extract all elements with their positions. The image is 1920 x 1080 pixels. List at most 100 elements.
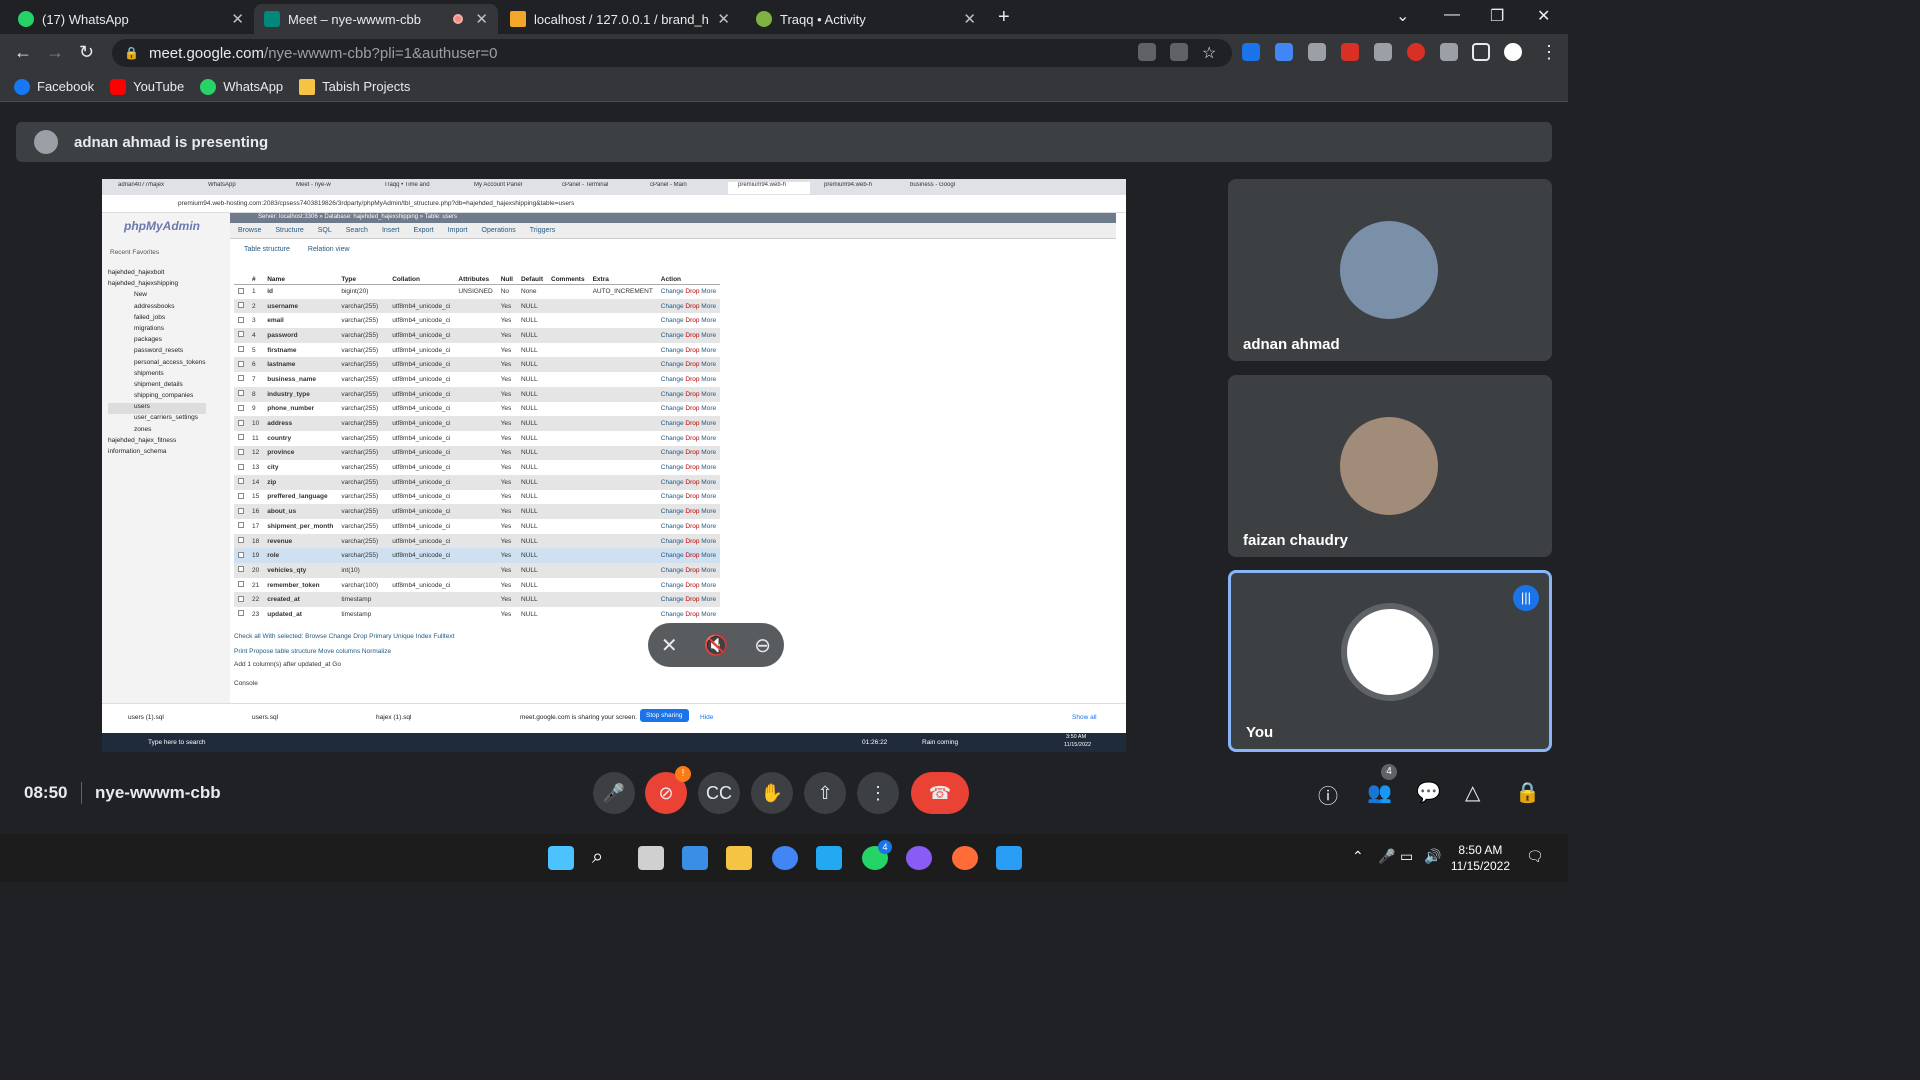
phpmyadmin-icon — [510, 11, 526, 27]
comments-cell — [547, 357, 589, 373]
extension-icon[interactable] — [1407, 43, 1425, 61]
tree-item: packages — [134, 336, 162, 344]
raise-hand-button[interactable]: ✋ — [751, 772, 793, 814]
present-button[interactable]: ⇧ — [804, 772, 846, 814]
camera-button[interactable]: ⊘ ! — [645, 766, 691, 814]
back-icon[interactable]: ← — [14, 42, 32, 63]
close-icon[interactable]: ✕ — [963, 10, 976, 28]
extension-icon[interactable] — [1308, 43, 1326, 61]
tab-phpmyadmin[interactable]: localhost / 127.0.0.1 / brand_hou ✕ — [500, 4, 740, 34]
close-icon[interactable]: ✕ — [231, 10, 244, 28]
table-row: 6 lastname varchar(255) utf8mb4_unicode_ci Y… — [234, 357, 721, 373]
notepad-icon[interactable] — [996, 846, 1022, 870]
avatar[interactable] — [1504, 43, 1522, 61]
window-close-icon[interactable]: ✕ — [1537, 6, 1550, 26]
shared-tab: cPanel - Main — [650, 182, 687, 188]
sharing-notice: meet.google.com is sharing your screen. — [520, 714, 638, 721]
participant-tile[interactable]: adnan ahmad — [1228, 179, 1552, 361]
close-icon[interactable]: ✕ — [717, 10, 730, 28]
table-row: 18 revenue varchar(255) utf8mb4_unicode_ci Y… — [234, 533, 721, 549]
postman-icon[interactable] — [952, 846, 978, 870]
chrome-icon[interactable] — [772, 846, 798, 870]
table-row: 10 address varchar(255) utf8mb4_unicode_ci Y… — [234, 416, 721, 431]
star-icon[interactable]: ☆ — [1202, 43, 1220, 62]
minimize-icon[interactable]: — — [1444, 6, 1460, 24]
tab-meet[interactable]: Meet – nye-wwwm-cbb ✕ — [254, 4, 498, 34]
bookmark-facebook[interactable]: Facebook — [14, 78, 94, 95]
screenshot-icon[interactable] — [1374, 43, 1392, 61]
bookmark-tabish-projects[interactable]: Tabish Projects — [299, 78, 410, 95]
self-tile[interactable]: ||| You — [1228, 570, 1552, 752]
tab-traqq[interactable]: Traqq • Activity ✕ — [746, 4, 986, 34]
comments-cell — [547, 445, 589, 461]
meet-icon — [264, 11, 280, 27]
share-icon[interactable] — [1170, 43, 1188, 61]
forward-icon[interactable]: → — [46, 42, 64, 63]
github-icon[interactable] — [906, 846, 932, 870]
leave-call-button[interactable]: ☎ — [911, 772, 969, 814]
microphone-icon[interactable]: 🎤 — [1378, 848, 1395, 865]
download-item: users (1).sql — [128, 714, 164, 721]
drop-link: Drop — [685, 361, 700, 369]
translate-icon[interactable] — [1275, 43, 1293, 61]
restore-icon[interactable]: ❐ — [1490, 6, 1504, 26]
mute-icon[interactable]: 🔇 — [704, 633, 729, 658]
extension-icon[interactable] — [1341, 43, 1359, 61]
menu-icon[interactable]: ⋮ — [1540, 42, 1558, 63]
drop-link: Drop — [685, 464, 700, 472]
table-row: 12 province varchar(255) utf8mb4_unicode_ci… — [234, 445, 721, 461]
tab-operations: Operations — [481, 227, 516, 234]
more-link: More — [701, 508, 717, 516]
vscode-icon[interactable] — [816, 846, 842, 870]
tab-structure: Structure — [275, 227, 304, 234]
start-icon[interactable] — [548, 846, 574, 870]
widgets-icon[interactable] — [682, 846, 708, 870]
chevron-up-icon[interactable]: ⌃ — [1352, 848, 1364, 865]
remove-icon[interactable]: ⊖ — [754, 633, 771, 658]
search-icon[interactable]: ⌕ — [592, 846, 618, 870]
activities-icon[interactable]: △ — [1465, 780, 1480, 805]
extension-icon[interactable] — [1242, 43, 1260, 61]
close-icon[interactable]: ✕ — [475, 10, 488, 28]
relation-view-link: Relation view — [307, 245, 350, 253]
captions-button[interactable]: CC — [698, 772, 740, 814]
table-row: 3 email varchar(255) utf8mb4_unicode_ci Yes N… — [234, 313, 720, 328]
camera-icon[interactable] — [1138, 43, 1156, 61]
tab-search-icon[interactable]: ⌄ — [1396, 6, 1409, 26]
timer: 01:26:22 — [862, 739, 888, 746]
shared-clock-time: 3:50 AM — [1066, 734, 1087, 740]
unpin-icon[interactable]: ✕ — [661, 633, 678, 658]
network-icon[interactable]: ▭ — [1400, 848, 1413, 865]
row-actions: Change Drop More — [656, 548, 721, 564]
change-link: Change — [660, 449, 684, 457]
comments-cell — [547, 578, 589, 593]
drop-link: Drop — [685, 331, 700, 339]
comments-cell — [547, 343, 589, 358]
volume-icon[interactable]: 🔊 — [1424, 848, 1441, 865]
host-controls-icon[interactable]: 🔒 — [1515, 780, 1540, 805]
notifications-icon[interactable]: 🗨 — [1526, 848, 1544, 865]
row-actions: Change Drop More — [657, 402, 720, 417]
comments-cell — [547, 533, 589, 549]
chat-icon[interactable]: 💬 — [1416, 780, 1441, 805]
microphone-button[interactable]: 🎤 — [593, 772, 635, 814]
drop-link: Drop — [685, 375, 700, 383]
pma-navigation: phpMyAdmin Recent Favorites hajehded_haj… — [102, 213, 230, 703]
system-clock[interactable]: 8:50 AM 11/15/2022 — [1451, 842, 1510, 874]
bookmark-youtube[interactable]: YouTube — [110, 78, 184, 95]
more-options-button[interactable]: ⋮ — [857, 772, 899, 814]
info-icon[interactable]: ⓘ — [1318, 780, 1338, 809]
side-panel-icon[interactable] — [1472, 43, 1490, 61]
participant-tile[interactable]: faizan chaudry — [1228, 375, 1552, 557]
tab-whatsapp[interactable]: (17) WhatsApp ✕ — [8, 4, 254, 34]
file-explorer-icon[interactable] — [726, 846, 752, 870]
row-checkbox — [238, 610, 244, 617]
new-tab-button[interactable]: + — [998, 6, 1010, 29]
people-icon[interactable]: 👥 — [1367, 780, 1392, 805]
tree-item: hajehded_hajexshipping — [108, 280, 179, 288]
reload-icon[interactable]: ↻ — [79, 42, 94, 63]
address-bar[interactable]: 🔒 meet.google.com/nye-wwwm-cbb?pli=1&aut… — [112, 39, 1232, 67]
puzzle-icon[interactable] — [1440, 43, 1458, 61]
bookmark-whatsapp[interactable]: WhatsApp — [200, 78, 283, 95]
task-view-icon[interactable] — [638, 846, 664, 870]
